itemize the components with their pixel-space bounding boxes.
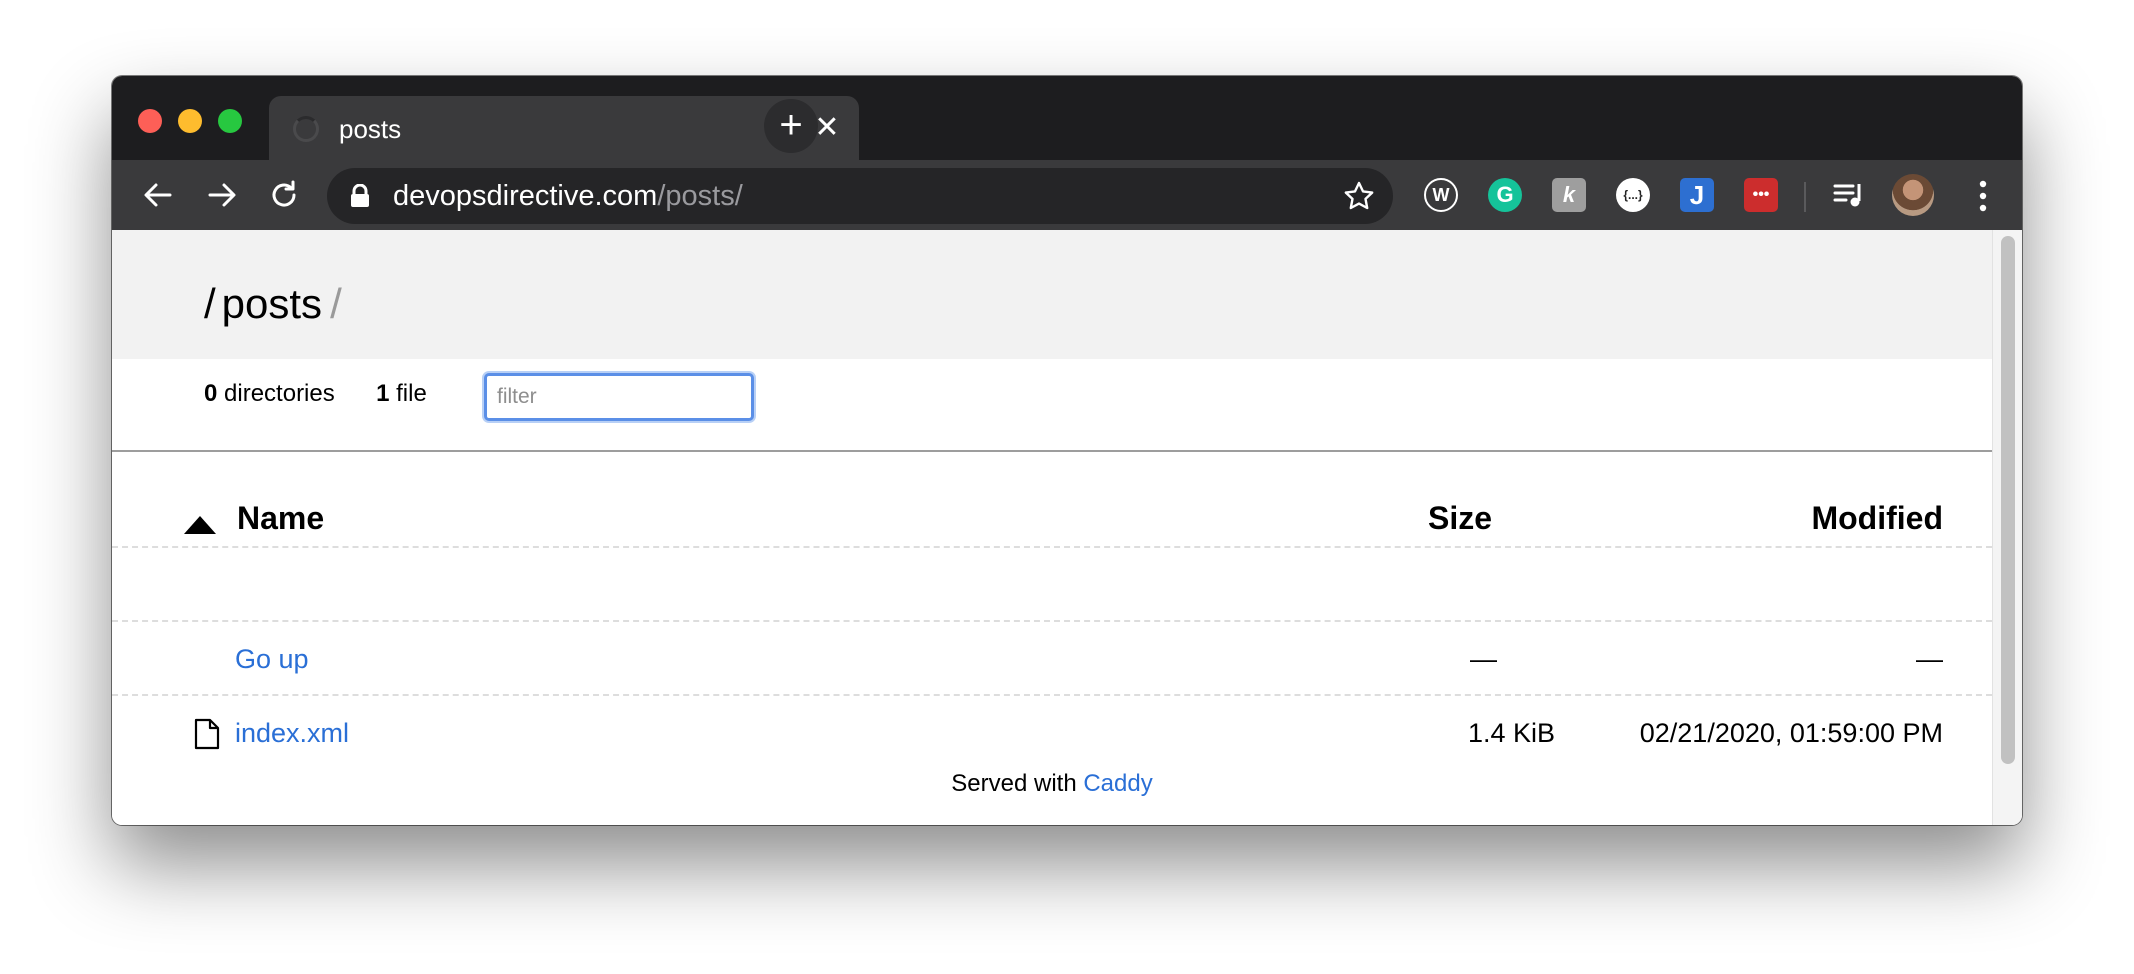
zoom-window-button[interactable] [218,109,242,133]
jira-icon[interactable]: J [1680,178,1714,212]
url-host: devopsdirective.com [393,180,658,212]
profile-avatar[interactable] [1892,174,1934,216]
go-up-size: — [1470,644,1497,674]
lastpass-icon[interactable]: ••• [1744,178,1778,212]
directory-label: directories [224,380,335,407]
toolbar-separator [1804,182,1806,212]
sort-ascending-icon[interactable] [184,516,216,534]
grammarly-icon[interactable]: G [1488,178,1522,212]
file-label: file [396,380,427,407]
minimize-window-button[interactable] [178,109,202,133]
row-divider [112,620,1992,622]
close-window-button[interactable] [138,109,162,133]
file-link-index-xml[interactable]: index.xml [235,718,349,749]
file-count: 1 [376,380,390,407]
bookmark-star-icon[interactable] [1343,180,1375,212]
file-modified: 02/21/2020, 01:59:00 PM [1639,718,1943,748]
loading-spinner-icon [293,116,319,142]
json-icon[interactable]: {...} [1616,178,1650,212]
menu-kebab-icon[interactable] [1968,176,1998,216]
forward-icon[interactable] [200,173,244,217]
scrollbar-thumb[interactable] [2001,236,2015,764]
breadcrumb-root-slash[interactable]: / [204,280,216,327]
file-icon [194,718,220,750]
wordpress-icon[interactable]: W [1424,178,1458,212]
lock-icon [351,184,369,207]
column-header-modified[interactable]: Modified [1811,500,1943,537]
row-divider [112,546,1992,548]
directory-count: 0 [204,380,218,407]
go-up-modified: — [1916,644,1943,674]
tab-strip: posts ✕ + [112,76,2022,160]
caddy-link[interactable]: Caddy [1083,770,1152,797]
footer: Served with Caddy [112,770,1992,798]
media-queue-icon[interactable] [1832,178,1866,212]
browser-window: posts ✕ + devopsdirective.com/posts/ W G [112,76,2022,825]
url-text[interactable]: devopsdirective.com/posts/ [393,180,743,213]
back-icon[interactable] [136,173,180,217]
reload-icon[interactable] [262,173,306,217]
column-header-name[interactable]: Name [237,500,324,537]
breadcrumb: / posts / [204,280,342,328]
new-tab-button[interactable]: + [764,99,818,153]
page-content: /posts/ 0 directories 1 file Name Size M… [112,230,2022,825]
footer-text: Served with [951,770,1077,797]
column-header-size[interactable]: Size [1428,500,1492,537]
breadcrumb-trailing-slash: / [330,280,342,327]
breadcrumb-current[interactable]: posts [222,280,322,327]
browser-toolbar: devopsdirective.com/posts/ W G k {...} J… [112,160,2022,230]
tab-title: posts [339,114,402,144]
row-divider [112,694,1992,696]
address-bar[interactable]: devopsdirective.com/posts/ [327,168,1393,224]
kiwi-icon[interactable]: k [1552,178,1586,212]
vertical-scrollbar[interactable] [1992,230,2022,825]
listing-summary: 0 directories 1 file [204,380,427,408]
url-path: /posts/ [657,180,743,212]
listing-header: / posts / [112,230,1992,359]
file-size: 1.4 KiB [1468,718,1556,748]
go-up-link[interactable]: Go up [235,644,309,675]
header-divider [112,450,1992,452]
filter-input[interactable] [484,373,754,421]
